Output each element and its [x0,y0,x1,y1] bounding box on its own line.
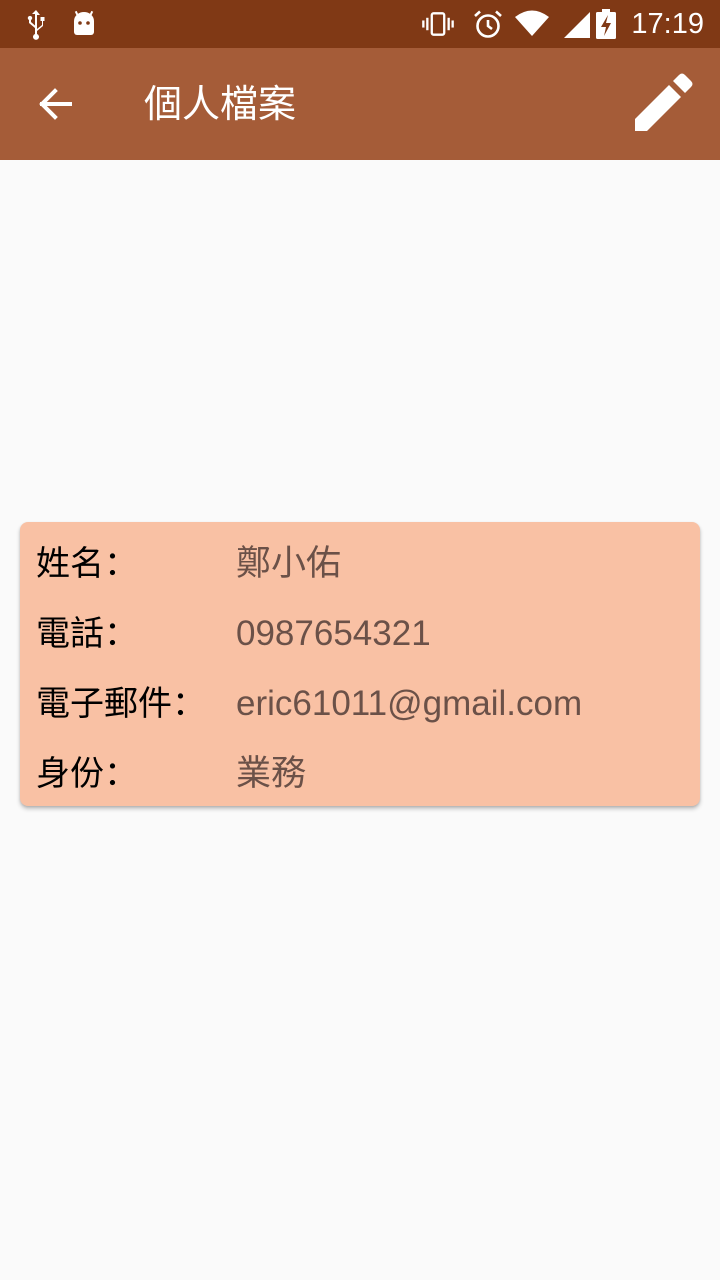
role-value: 業務 [236,754,307,793]
status-clock: 17:19 [631,8,704,40]
role-label: 身份： [36,754,138,794]
profile-card: 姓名： 鄭小佑 電話： 0987654321 電子郵件： eric61011@g… [20,522,700,806]
phone-label: 電話： [36,614,138,654]
page-title: 個人檔案 [144,82,297,126]
phone-value: 0987654321 [236,614,431,653]
email-label: 電子郵件： [36,684,206,724]
usb-icon [27,10,45,40]
battery-charging-icon [596,9,616,39]
vibrate-icon [422,12,454,36]
name-value: 鄭小佑 [236,544,342,583]
android-debug-icon [74,10,94,35]
back-button[interactable] [24,72,88,136]
edit-profile-button[interactable] [624,66,700,142]
profile-row-role: 身份： 業務 [20,746,700,802]
signal-icon [564,12,590,38]
app-bar: 個人檔案 [0,48,720,160]
pencil-icon [635,73,693,131]
profile-row-name: 姓名： 鄭小佑 [20,536,700,592]
profile-row-email: 電子郵件： eric61011@gmail.com [20,676,700,732]
profile-row-phone: 電話： 0987654321 [20,606,700,662]
email-value: eric61011@gmail.com [236,684,583,723]
arrow-back-icon [39,88,72,120]
alarm-icon [474,10,502,38]
wifi-icon [515,10,549,36]
status-bar: 17:19 [0,0,720,48]
name-label: 姓名： [36,544,138,584]
